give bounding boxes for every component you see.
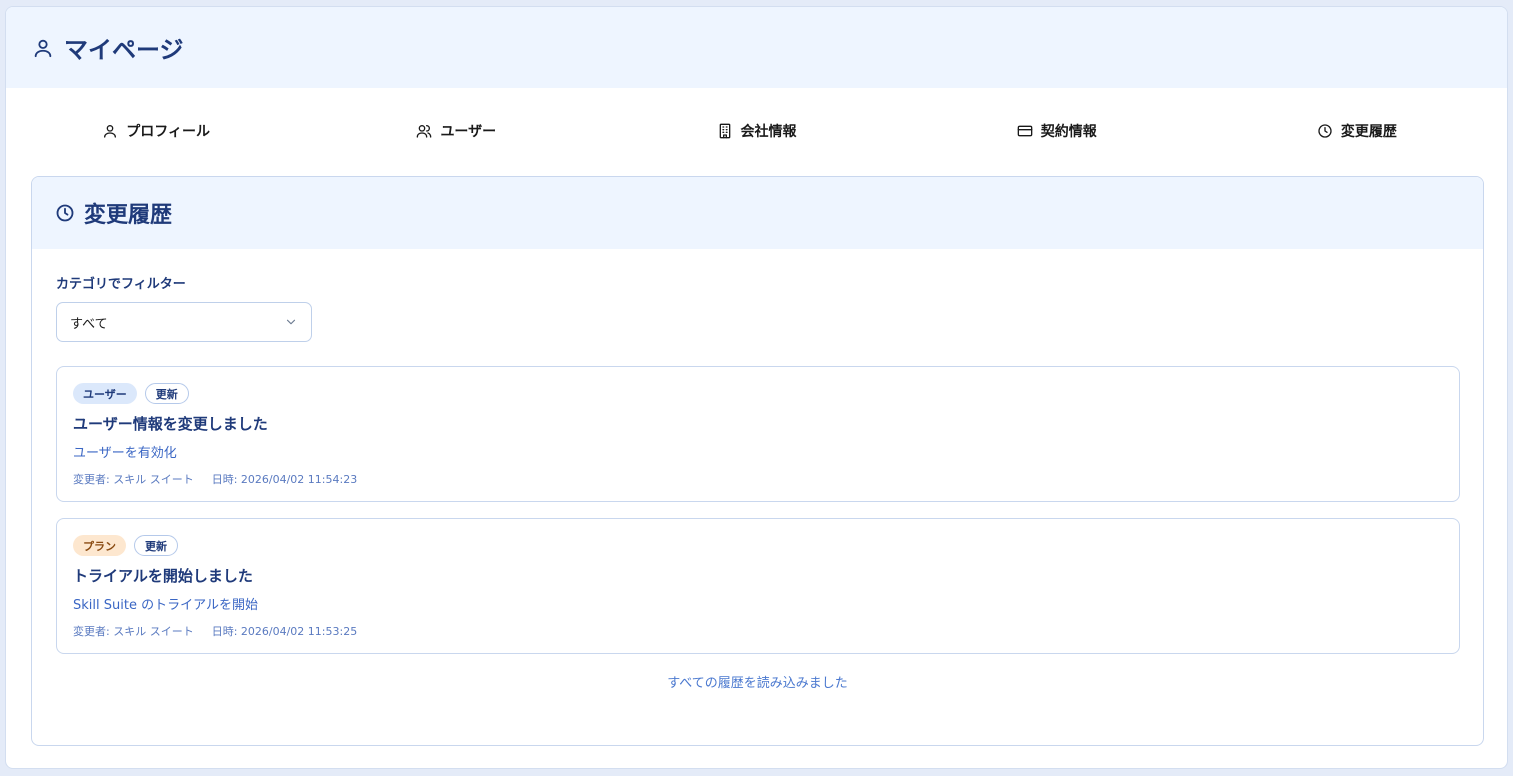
tab-label: 変更履歴 (1340, 124, 1397, 140)
history-item-title: ユーザー情報を変更しました (73, 415, 268, 433)
action-badge: 更新 (134, 535, 178, 556)
page-header: マイページ (6, 7, 1507, 88)
tab-label: ユーザー (440, 124, 497, 140)
category-filter-label: カテゴリでフィルター (56, 277, 186, 292)
building-icon (717, 123, 733, 139)
tab-history[interactable]: 変更履歴 (1207, 111, 1507, 151)
history-card: 変更履歴 カテゴリでフィルター すべて ユーザー 更新 ユーザー情報を変更しまし… (31, 176, 1484, 746)
clock-icon (55, 203, 75, 223)
all-loaded-message: すべての履歴を読み込みました (667, 676, 848, 691)
tab-company[interactable]: 会社情報 (606, 111, 906, 151)
user-icon (32, 37, 54, 59)
category-badge: ユーザー (73, 383, 137, 404)
user-icon (102, 123, 118, 139)
category-badge: プラン (73, 535, 126, 556)
history-item: プラン 更新 トライアルを開始しました Skill Suite のトライアルを開… (56, 518, 1460, 654)
history-card-header: 変更履歴 (32, 177, 1483, 249)
tab-bar: プロフィール ユーザー 会社情報 契約情報 変更履歴 (6, 88, 1507, 174)
tab-label: プロフィール (126, 124, 210, 140)
tab-label: 会社情報 (740, 124, 797, 140)
credit-card-icon (1017, 123, 1033, 139)
category-filter-select[interactable]: すべて (56, 302, 312, 342)
history-title: 変更履歴 (84, 203, 173, 228)
tab-contract[interactable]: 契約情報 (907, 111, 1207, 151)
page-title: マイページ (64, 36, 184, 64)
history-badges: プラン 更新 (73, 535, 1443, 556)
tab-label: 契約情報 (1040, 124, 1097, 140)
history-item-meta: 変更者: スキル スイート 日時: 2026/04/02 11:53:25 (73, 623, 1443, 639)
action-badge: 更新 (144, 383, 189, 404)
history-card-body: カテゴリでフィルター すべて ユーザー 更新 ユーザー情報を変更しました ユーザ… (32, 249, 1483, 691)
changed-at: 日時: 2026/04/02 11:53:25 (211, 625, 358, 638)
history-list: ユーザー 更新 ユーザー情報を変更しました ユーザーを有効化 変更者: スキル … (56, 366, 1460, 654)
history-item: ユーザー 更新 ユーザー情報を変更しました ユーザーを有効化 変更者: スキル … (56, 366, 1460, 502)
history-item-title: トライアルを開始しました (73, 567, 253, 585)
tab-profile[interactable]: プロフィール (6, 111, 306, 151)
changed-by: 変更者: スキル スイート (73, 625, 194, 638)
tab-users[interactable]: ユーザー (306, 111, 606, 151)
history-item-description: Skill Suite のトライアルを開始 (73, 598, 258, 613)
chevron-down-icon (284, 315, 298, 329)
mypage-container: マイページ プロフィール ユーザー 会社情報 契約情報 変更履歴 変更履歴 カテ… (5, 6, 1508, 769)
history-item-meta: 変更者: スキル スイート 日時: 2026/04/02 11:54:23 (73, 471, 1443, 487)
clock-icon (1317, 123, 1333, 139)
users-icon (416, 123, 432, 139)
changed-at: 日時: 2026/04/02 11:54:23 (211, 473, 358, 486)
changed-by: 変更者: スキル スイート (73, 473, 194, 486)
history-badges: ユーザー 更新 (73, 383, 1443, 404)
history-item-description: ユーザーを有効化 (73, 446, 177, 461)
category-filter-value: すべて (70, 316, 108, 332)
